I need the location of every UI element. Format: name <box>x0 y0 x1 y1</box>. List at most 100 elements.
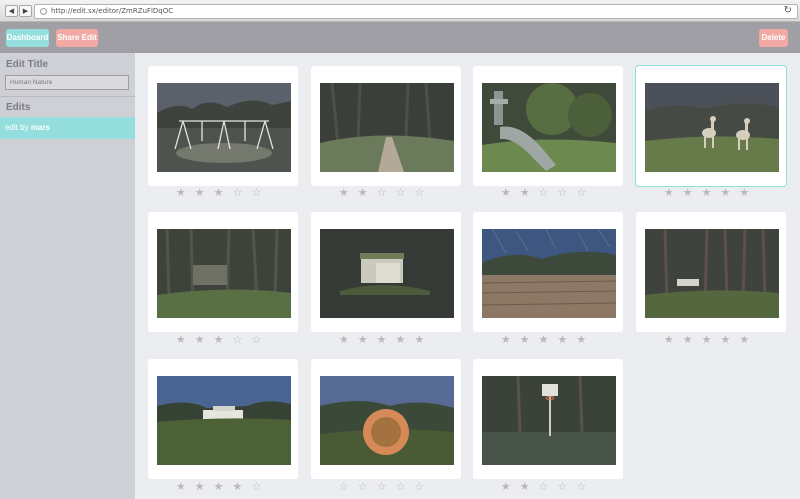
star-filled-icon[interactable]: ★ <box>501 480 520 493</box>
star-empty-icon[interactable]: ☆ <box>251 186 270 199</box>
rating-stars[interactable]: ★★★★★ <box>636 187 786 199</box>
star-filled-icon[interactable]: ★ <box>664 186 683 199</box>
back-arrow-icon[interactable]: ◀ <box>5 5 18 17</box>
star-filled-icon[interactable]: ★ <box>195 480 214 493</box>
star-filled-icon[interactable]: ★ <box>520 186 539 199</box>
address-url: http://edit.sx/editor/ZmRZuFlDqOC <box>51 7 174 15</box>
star-empty-icon[interactable]: ☆ <box>539 186 558 199</box>
delete-button[interactable]: Delete <box>759 29 788 47</box>
star-filled-icon[interactable]: ★ <box>339 186 358 199</box>
browser-toolbar: ◀ ▶ http://edit.sx/editor/ZmRZuFlDqOC ↻ <box>0 0 800 22</box>
photo-card[interactable] <box>148 66 298 186</box>
rating-stars[interactable]: ☆☆☆☆☆ <box>311 481 461 493</box>
rating-stars[interactable]: ★★☆☆☆ <box>473 187 623 199</box>
star-empty-icon[interactable]: ☆ <box>232 186 251 199</box>
star-filled-icon[interactable]: ★ <box>395 333 414 346</box>
photo-card[interactable] <box>473 66 623 186</box>
star-empty-icon[interactable]: ☆ <box>539 480 558 493</box>
sidebar-divider <box>0 96 135 97</box>
photo-forest-path-night <box>320 83 454 172</box>
star-filled-icon[interactable]: ★ <box>358 186 377 199</box>
star-filled-icon[interactable]: ★ <box>176 480 195 493</box>
star-filled-icon[interactable]: ★ <box>520 333 539 346</box>
star-empty-icon[interactable]: ☆ <box>232 333 251 346</box>
photo-white-house-on-hill <box>157 376 291 465</box>
rating-stars[interactable]: ★★☆☆☆ <box>473 481 623 493</box>
star-filled-icon[interactable]: ★ <box>377 333 396 346</box>
rating-stars[interactable]: ★★★★★ <box>473 334 623 346</box>
star-empty-icon[interactable]: ☆ <box>358 480 377 493</box>
star-empty-icon[interactable]: ☆ <box>557 480 576 493</box>
star-filled-icon[interactable]: ★ <box>414 333 433 346</box>
star-filled-icon[interactable]: ★ <box>683 186 702 199</box>
photo-card[interactable] <box>311 66 461 186</box>
star-empty-icon[interactable]: ☆ <box>395 186 414 199</box>
star-empty-icon[interactable]: ☆ <box>377 480 396 493</box>
star-filled-icon[interactable]: ★ <box>214 333 233 346</box>
star-empty-icon[interactable]: ☆ <box>557 186 576 199</box>
globe-icon <box>40 8 47 15</box>
photo-glowing-shed <box>320 229 454 318</box>
photo-card[interactable] <box>311 212 461 332</box>
star-filled-icon[interactable]: ★ <box>739 186 758 199</box>
star-filled-icon[interactable]: ★ <box>195 333 214 346</box>
star-filled-icon[interactable]: ★ <box>664 333 683 346</box>
address-bar[interactable]: http://edit.sx/editor/ZmRZuFlDqOC ↻ <box>34 4 798 19</box>
star-filled-icon[interactable]: ★ <box>195 186 214 199</box>
star-empty-icon[interactable]: ☆ <box>576 186 595 199</box>
star-empty-icon[interactable]: ☆ <box>251 333 270 346</box>
star-filled-icon[interactable]: ★ <box>232 480 251 493</box>
star-filled-icon[interactable]: ★ <box>176 186 195 199</box>
photo-card[interactable] <box>148 212 298 332</box>
star-empty-icon[interactable]: ☆ <box>576 480 595 493</box>
star-empty-icon[interactable]: ☆ <box>339 480 358 493</box>
app-header: Dashboard Share Edit Delete <box>0 22 800 53</box>
forward-arrow-icon[interactable]: ▶ <box>19 5 32 17</box>
reload-icon[interactable]: ↻ <box>784 5 792 16</box>
photo-card[interactable] <box>636 212 786 332</box>
rating-stars[interactable]: ★★☆☆☆ <box>311 187 461 199</box>
sidebar: Edit Title Edits edit by mars <box>0 53 135 499</box>
star-filled-icon[interactable]: ★ <box>214 186 233 199</box>
photo-card-selected[interactable] <box>635 65 787 187</box>
star-empty-icon[interactable]: ☆ <box>395 480 414 493</box>
star-empty-icon[interactable]: ☆ <box>414 186 433 199</box>
star-filled-icon[interactable]: ★ <box>702 186 721 199</box>
star-filled-icon[interactable]: ★ <box>683 333 702 346</box>
photo-card[interactable] <box>148 359 298 479</box>
star-filled-icon[interactable]: ★ <box>214 480 233 493</box>
star-filled-icon[interactable]: ★ <box>520 480 539 493</box>
star-filled-icon[interactable]: ★ <box>539 333 558 346</box>
dashboard-button[interactable]: Dashboard <box>6 29 49 47</box>
rating-stars[interactable]: ★★★★★ <box>311 334 461 346</box>
photo-basketball-hoop-pond <box>482 376 616 465</box>
edits-heading: Edits <box>6 102 31 113</box>
share-edit-button[interactable]: Share Edit <box>56 29 98 47</box>
star-filled-icon[interactable]: ★ <box>339 333 358 346</box>
photo-card[interactable] <box>473 359 623 479</box>
star-filled-icon[interactable]: ★ <box>176 333 195 346</box>
star-empty-icon[interactable]: ☆ <box>251 480 270 493</box>
star-filled-icon[interactable]: ★ <box>702 333 721 346</box>
edit-title-input[interactable] <box>5 75 129 90</box>
photo-card[interactable] <box>311 359 461 479</box>
star-filled-icon[interactable]: ★ <box>501 333 520 346</box>
rating-stars[interactable]: ★★★☆☆ <box>148 334 298 346</box>
star-filled-icon[interactable]: ★ <box>720 333 739 346</box>
star-empty-icon[interactable]: ☆ <box>377 186 396 199</box>
photo-glowing-orb-night <box>320 376 454 465</box>
photo-card[interactable] <box>473 212 623 332</box>
star-filled-icon[interactable]: ★ <box>501 186 520 199</box>
rating-stars[interactable]: ★★★★★ <box>636 334 786 346</box>
photo-deer-night <box>645 83 779 172</box>
editor-app: ◀ ▶ http://edit.sx/editor/ZmRZuFlDqOC ↻ … <box>0 0 800 499</box>
rating-stars[interactable]: ★★★★☆ <box>148 481 298 493</box>
star-filled-icon[interactable]: ★ <box>576 333 595 346</box>
star-filled-icon[interactable]: ★ <box>557 333 576 346</box>
star-empty-icon[interactable]: ☆ <box>414 480 433 493</box>
edit-list-item[interactable]: edit by mars <box>0 117 135 139</box>
star-filled-icon[interactable]: ★ <box>739 333 758 346</box>
rating-stars[interactable]: ★★★☆☆ <box>148 187 298 199</box>
star-filled-icon[interactable]: ★ <box>720 186 739 199</box>
star-filled-icon[interactable]: ★ <box>358 333 377 346</box>
